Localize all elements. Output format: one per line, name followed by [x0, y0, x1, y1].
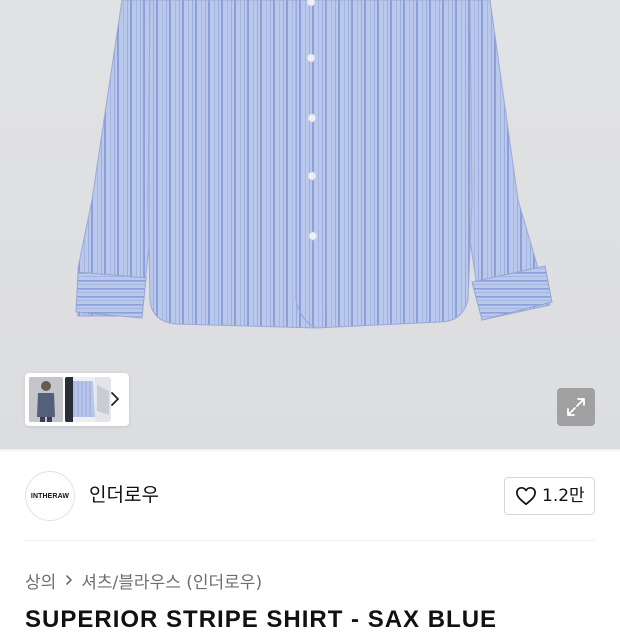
breadcrumb-item-category[interactable]: 상의 [25, 568, 56, 593]
product-image-gallery[interactable] [0, 0, 620, 449]
breadcrumb: 상의 셔츠/블라우스 (인더로우) [25, 568, 262, 593]
separator [25, 540, 595, 541]
expand-arrows-icon [567, 398, 585, 416]
thumbnail-product[interactable] [65, 377, 99, 422]
product-title: SUPERIOR STRIPE SHIRT - SAX BLUE [25, 606, 498, 633]
expand-image-button[interactable] [557, 388, 595, 426]
chevron-right-icon[interactable] [108, 387, 122, 411]
like-count: 1.2만 [542, 486, 585, 506]
brand-name-link[interactable]: 인더로우 [89, 483, 159, 507]
brand-row: INTHERAW 인더로우 1.2만 [0, 451, 620, 541]
brand-logo[interactable]: INTHERAW [25, 471, 75, 521]
thumbnail-strip[interactable] [25, 373, 129, 426]
thumbnail-model[interactable] [29, 377, 63, 422]
brand-logo-text: INTHERAW [30, 492, 70, 500]
breadcrumb-item-subcategory[interactable]: 셔츠/블라우스 (인더로우) [81, 568, 262, 593]
like-button[interactable]: 1.2만 [504, 477, 595, 515]
heart-outline-icon [516, 486, 536, 506]
chevron-right-icon [66, 575, 73, 585]
